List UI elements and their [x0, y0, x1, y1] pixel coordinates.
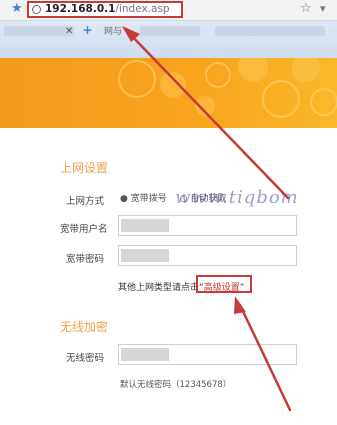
arrow-to-url-head	[122, 26, 140, 42]
arrow-to-advanced-line	[238, 303, 292, 412]
arrow-to-advanced-head	[234, 296, 246, 314]
arrow-to-url-line	[126, 30, 290, 200]
annotation-arrows	[122, 26, 292, 412]
